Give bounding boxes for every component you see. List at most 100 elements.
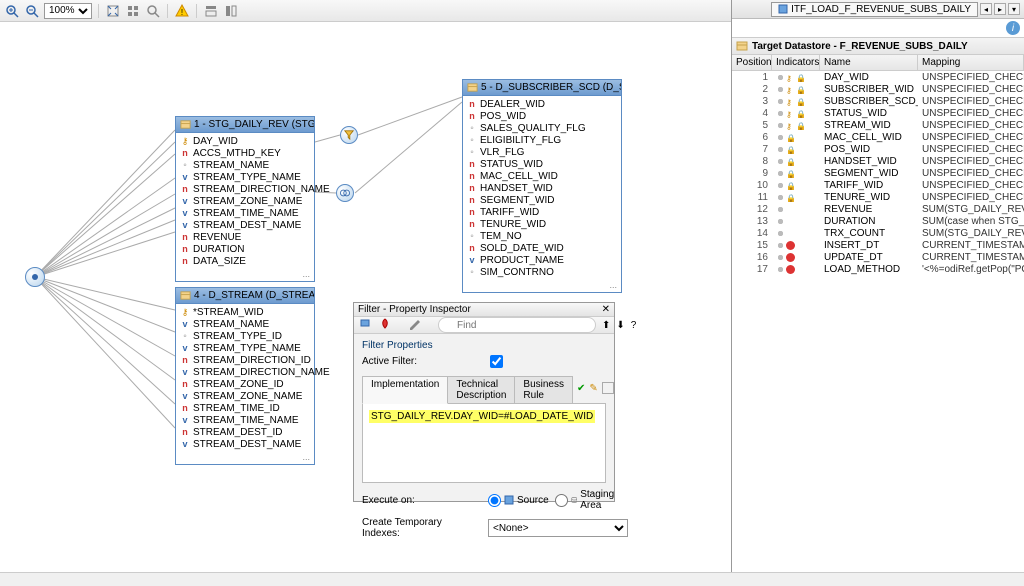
target-row[interactable]: 5STREAM_WIDUNSPECIFIED_CHECK(D_STREAM.ST… <box>732 119 1024 131</box>
column-item[interactable]: STREAM_DIRECTION_NAME <box>176 366 314 378</box>
column-item[interactable]: MAC_CELL_WID <box>463 170 621 182</box>
grid-icon[interactable] <box>125 3 141 19</box>
target-row[interactable]: 9SEGMENT_WIDUNSPECIFIED_CHECK(D_SUBSCRIB… <box>732 167 1024 179</box>
column-item[interactable]: STREAM_TIME_NAME <box>176 414 314 426</box>
column-item[interactable]: STREAM_DEST_NAME <box>176 219 314 231</box>
column-item[interactable]: TEM_NO <box>463 230 621 242</box>
target-row[interactable]: 10TARIFF_WIDUNSPECIFIED_CHECK(D_SUBSCRIB… <box>732 179 1024 191</box>
target-row[interactable]: 6MAC_CELL_WIDUNSPECIFIED_CHECK(D_SUBSCRI… <box>732 131 1024 143</box>
column-item[interactable]: VLR_FLG <box>463 146 621 158</box>
column-item[interactable]: ELIGIBILITY_FLG <box>463 134 621 146</box>
info-icon[interactable]: i <box>1006 21 1020 35</box>
column-item[interactable]: STREAM_DEST_ID <box>176 426 314 438</box>
freeze-icon[interactable] <box>378 317 392 333</box>
execute-source-radio[interactable]: Source <box>488 494 549 507</box>
svg-text:!: ! <box>181 8 183 17</box>
column-item[interactable]: HANDSET_WID <box>463 182 621 194</box>
layout1-icon[interactable] <box>203 3 219 19</box>
active-filter-checkbox[interactable] <box>490 355 503 368</box>
column-item[interactable]: DATA_SIZE <box>176 255 314 267</box>
target-row[interactable]: 13DURATIONSUM(case when STG_DAILY_REV.ST… <box>732 215 1024 227</box>
column-item[interactable]: *STREAM_WID <box>176 306 314 318</box>
target-row[interactable]: 16UPDATE_DTCURRENT_TIMESTAMP <box>732 251 1024 263</box>
filter-expression[interactable]: STG_DAILY_REV.DAY_WID=#LOAD_DATE_WID <box>369 410 595 423</box>
next-icon[interactable]: ⬇ <box>616 317 624 333</box>
column-item[interactable]: STREAM_DEST_NAME <box>176 438 314 450</box>
column-item[interactable]: STATUS_WID <box>463 158 621 170</box>
fit-icon[interactable] <box>105 3 121 19</box>
column-item[interactable]: STREAM_TIME_ID <box>176 402 314 414</box>
filter-node-icon[interactable] <box>340 126 358 144</box>
target-row[interactable]: 4STATUS_WIDUNSPECIFIED_CHECK(D_SUBSCRIBE… <box>732 107 1024 119</box>
column-item[interactable]: SALES_QUALITY_FLG <box>463 122 621 134</box>
edit-icon[interactable] <box>408 317 422 333</box>
entity-stg_daily_rev[interactable]: 1 - STG_DAILY_REV (STG_DAILY_RDAY_WIDACC… <box>175 116 315 282</box>
target-row[interactable]: 11TENURE_WIDUNSPECIFIED_CHECK(D_SUBSCRIB… <box>732 191 1024 203</box>
column-item[interactable]: STREAM_TIME_NAME <box>176 207 314 219</box>
find-input[interactable] <box>438 317 596 333</box>
target-row[interactable]: 7POS_WIDUNSPECIFIED_CHECK(D_SUBSCRIBER_S… <box>732 143 1024 155</box>
column-item[interactable]: DEALER_WID <box>463 98 621 110</box>
prev-icon[interactable]: ⬆ <box>602 317 610 333</box>
column-item[interactable]: STREAM_NAME <box>176 318 314 330</box>
close-icon[interactable]: ✕ <box>602 304 610 315</box>
target-row[interactable]: 1DAY_WIDUNSPECIFIED_CHECK(STG_DAILY_REV.… <box>732 71 1024 83</box>
entity-d_subscriber_scd[interactable]: 5 - D_SUBSCRIBER_SCD (D_SUBSCFDEALER_WID… <box>462 79 622 293</box>
target-row[interactable]: 15INSERT_DTCURRENT_TIMESTAMP <box>732 239 1024 251</box>
search-icon[interactable] <box>145 3 161 19</box>
target-row[interactable]: 8HANDSET_WIDUNSPECIFIED_CHECK(D_SUBSCRIB… <box>732 155 1024 167</box>
column-item[interactable]: SEGMENT_WID <box>463 194 621 206</box>
entity-d_stream[interactable]: 4 - D_STREAM (D_STREAM)*STREAM_WIDSTREAM… <box>175 287 315 465</box>
warning-icon[interactable]: ! <box>174 3 190 19</box>
column-item[interactable]: STREAM_TYPE_NAME <box>176 342 314 354</box>
source-node-icon[interactable] <box>25 267 45 287</box>
target-row[interactable]: 17LOAD_METHOD'<%=odiRef.getPop("POP_NAME… <box>732 263 1024 275</box>
column-item[interactable]: ACCS_MTHD_KEY <box>176 147 314 159</box>
target-row[interactable]: 2SUBSCRIBER_WIDUNSPECIFIED_CHECK(D_SUBSC… <box>732 83 1024 95</box>
column-item[interactable]: STREAM_TYPE_ID <box>176 330 314 342</box>
target-row[interactable]: 3SUBSCRIBER_SCD_WIDUNSPECIFIED_CHECK(D_S… <box>732 95 1024 107</box>
tab-next-icon[interactable]: ▸ <box>994 3 1006 15</box>
var-column-icon <box>180 391 190 401</box>
mapping-canvas[interactable]: 1 - STG_DAILY_REV (STG_DAILY_RDAY_WIDACC… <box>0 22 731 572</box>
num-column-icon <box>180 232 190 242</box>
column-item[interactable]: STREAM_DIRECTION_NAME <box>176 183 314 195</box>
tab-prev-icon[interactable]: ◂ <box>980 3 992 15</box>
column-item[interactable]: STREAM_ZONE_NAME <box>176 195 314 207</box>
tab-business-rule[interactable]: Business Rule <box>515 376 573 404</box>
target-row[interactable]: 12REVENUESUM(STG_DAILY_REV.REVENUE) <box>732 203 1024 215</box>
column-item[interactable]: STREAM_DIRECTION_ID <box>176 354 314 366</box>
target-grid-body[interactable]: 1DAY_WIDUNSPECIFIED_CHECK(STG_DAILY_REV.… <box>732 71 1024 586</box>
num-column-icon <box>467 195 477 205</box>
column-item[interactable]: STREAM_TYPE_NAME <box>176 171 314 183</box>
column-item[interactable]: TENURE_WID <box>463 218 621 230</box>
execute-staging-radio[interactable]: Staging Area <box>555 489 618 511</box>
check-icon[interactable]: ✔ <box>577 383 585 394</box>
column-item[interactable]: POS_WID <box>463 110 621 122</box>
zoom-out-icon[interactable] <box>24 3 40 19</box>
column-item[interactable]: STREAM_ZONE_ID <box>176 378 314 390</box>
column-item[interactable]: STREAM_ZONE_NAME <box>176 390 314 402</box>
help-icon[interactable]: ? <box>631 317 637 333</box>
column-item[interactable]: REVENUE <box>176 231 314 243</box>
column-item[interactable]: DURATION <box>176 243 314 255</box>
layout2-icon[interactable] <box>223 3 239 19</box>
column-item[interactable]: DAY_WID <box>176 135 314 147</box>
tab-implementation[interactable]: Implementation <box>362 376 448 404</box>
tab-technical-description[interactable]: Technical Description <box>448 376 515 404</box>
cti-select[interactable]: <None> <box>488 519 628 537</box>
column-item[interactable]: PRODUCT_NAME <box>463 254 621 266</box>
expand-icon[interactable] <box>602 382 614 394</box>
pin-icon[interactable] <box>358 317 372 333</box>
pencil-icon[interactable]: ✎ <box>589 383 597 394</box>
target-row[interactable]: 14TRX_COUNTSUM(STG_DAILY_REV.COUNT_TX) <box>732 227 1024 239</box>
zoom-in-icon[interactable] <box>4 3 20 19</box>
column-item[interactable]: STREAM_NAME <box>176 159 314 171</box>
tab-list-icon[interactable]: ▾ <box>1008 3 1020 15</box>
join-node-icon[interactable] <box>336 184 354 202</box>
column-item[interactable]: TARIFF_WID <box>463 206 621 218</box>
document-tab[interactable]: ITF_LOAD_F_REVENUE_SUBS_DAILY <box>771 2 978 17</box>
column-item[interactable]: SOLD_DATE_WID <box>463 242 621 254</box>
column-item[interactable]: SIM_CONTRNO <box>463 266 621 278</box>
zoom-select[interactable]: 100% <box>44 3 92 19</box>
